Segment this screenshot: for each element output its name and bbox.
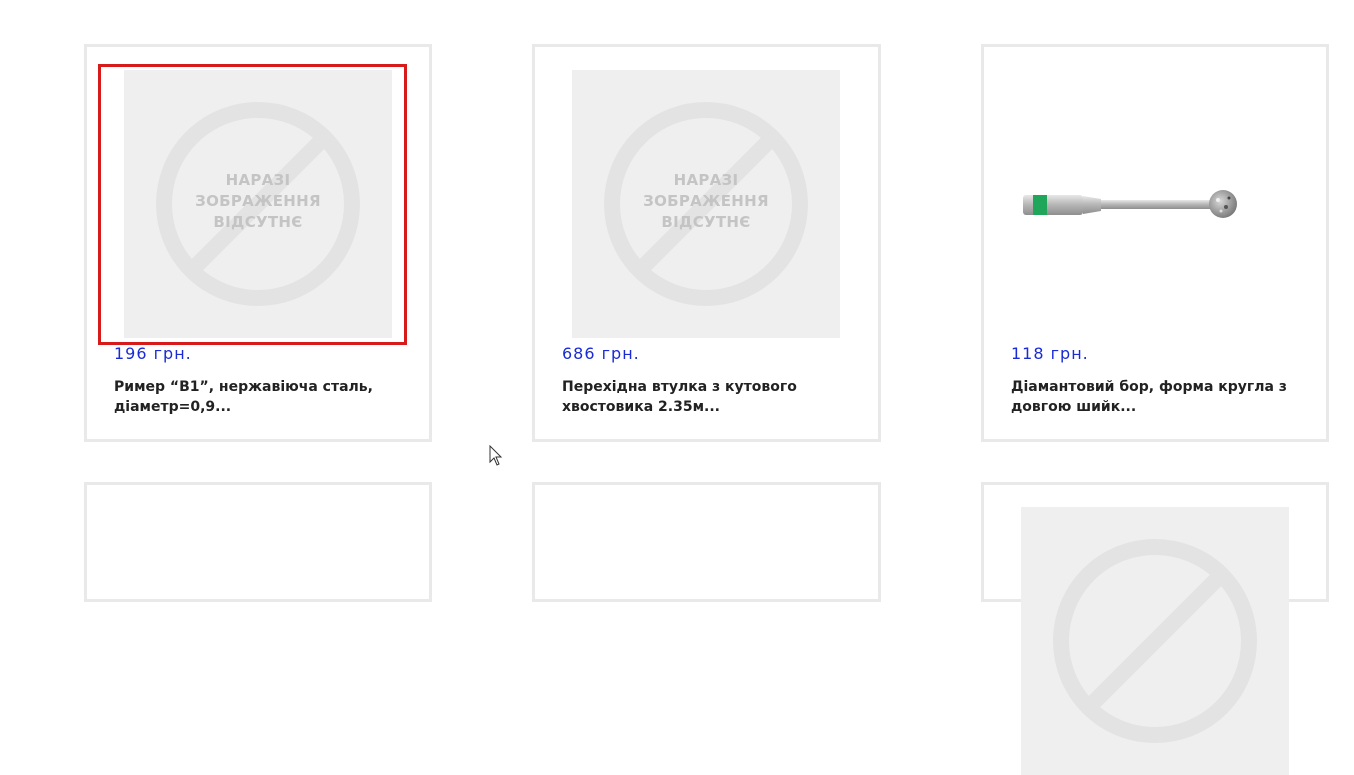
product-card[interactable]	[84, 482, 432, 602]
product-price: 118 грн.	[1011, 344, 1089, 363]
product-image[interactable]	[1021, 70, 1289, 338]
product-price: 686 грн.	[562, 344, 640, 363]
no-image-placeholder	[1021, 507, 1289, 775]
diamond-bur-photo	[1023, 190, 1237, 218]
product-title[interactable]: Діамантовий бор, форма кругла з довгою ш…	[1011, 377, 1301, 417]
product-card[interactable]: 118 грн. Діамантовий бор, форма кругла з…	[981, 44, 1329, 442]
product-card[interactable]	[981, 482, 1329, 775]
product-card[interactable]: НАРАЗІ ЗОБРАЖЕННЯ ВІДСУТНЄ 196 грн. Риме…	[84, 44, 432, 442]
no-image-icon	[1053, 539, 1257, 743]
product-card[interactable]: НАРАЗІ ЗОБРАЖЕННЯ ВІДСУТНЄ 686 грн. Пере…	[532, 44, 881, 442]
mouse-cursor-icon	[489, 445, 503, 466]
product-image[interactable]: НАРАЗІ ЗОБРАЖЕННЯ ВІДСУТНЄ	[124, 70, 392, 338]
no-image-placeholder: НАРАЗІ ЗОБРАЖЕННЯ ВІДСУТНЄ	[572, 70, 840, 338]
no-image-text: НАРАЗІ ЗОБРАЖЕННЯ ВІДСУТНЄ	[195, 171, 321, 231]
no-image-text: НАРАЗІ ЗОБРАЖЕННЯ ВІДСУТНЄ	[643, 171, 769, 231]
product-title[interactable]: Ример “B1”, нержавіюча сталь, діаметр=0,…	[114, 377, 404, 417]
product-card[interactable]	[532, 482, 881, 602]
product-image[interactable]	[1021, 507, 1289, 775]
no-image-placeholder: НАРАЗІ ЗОБРАЖЕННЯ ВІДСУТНЄ	[124, 70, 392, 338]
product-title[interactable]: Перехідна втулка з кутового хвостовика 2…	[562, 377, 852, 417]
product-image[interactable]: НАРАЗІ ЗОБРАЖЕННЯ ВІДСУТНЄ	[572, 70, 840, 338]
product-price: 196 грн.	[114, 344, 192, 363]
